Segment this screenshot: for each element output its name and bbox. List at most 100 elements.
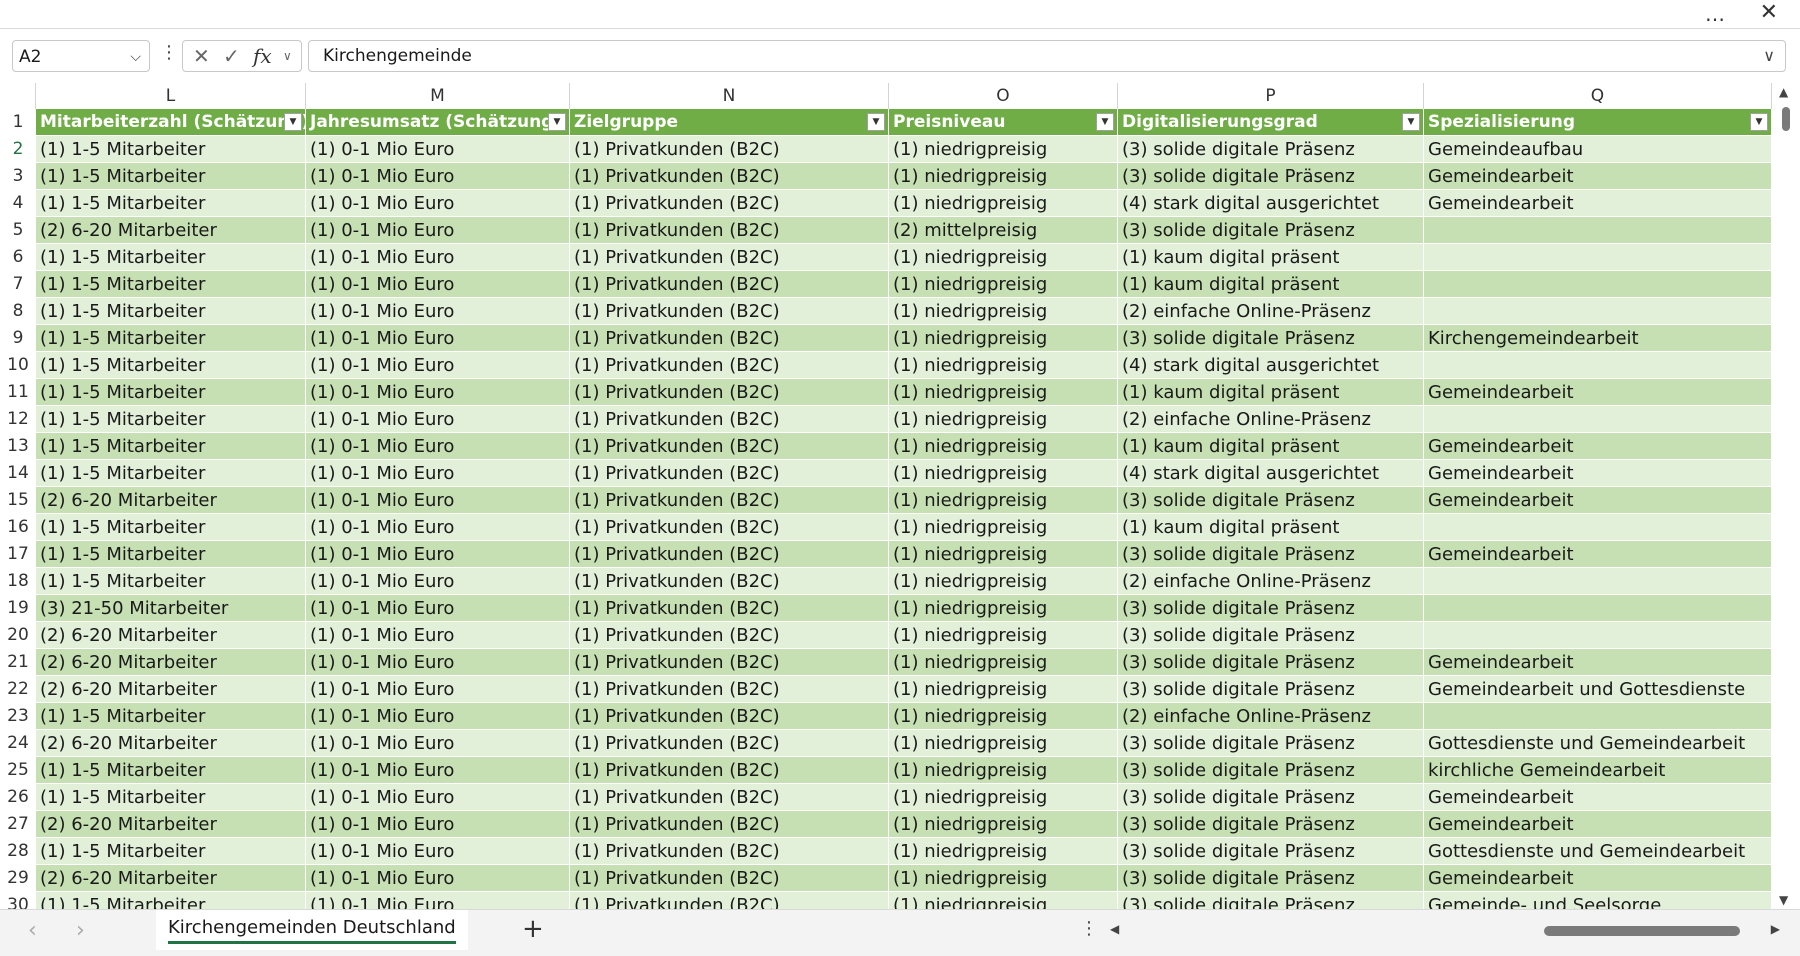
filter-dropdown-icon[interactable]: ▼ — [1096, 113, 1114, 131]
row-number[interactable]: 3 — [0, 163, 36, 190]
cell[interactable]: (1) niedrigpreisig — [889, 541, 1118, 568]
cell[interactable]: Gemeindearbeit — [1424, 433, 1772, 460]
cell[interactable]: (1) Privatkunden (B2C) — [570, 433, 889, 460]
cell[interactable]: (1) 0-1 Mio Euro — [306, 514, 570, 541]
cell[interactable]: (1) 0-1 Mio Euro — [306, 622, 570, 649]
column-header-o[interactable]: O — [889, 83, 1118, 109]
sheet-tab-kirchengemeinden[interactable]: Kirchengemeinden Deutschland — [156, 910, 468, 950]
cell[interactable]: (4) stark digital ausgerichtet — [1118, 190, 1424, 217]
row-number[interactable]: 14 — [0, 460, 36, 487]
header-cell[interactable]: Mitarbeiterzahl (Schätzung) ▼ — [36, 109, 306, 136]
cell[interactable]: (1) niedrigpreisig — [889, 892, 1118, 909]
cell[interactable]: Gemeindearbeit — [1424, 190, 1772, 217]
cell[interactable]: Gemeindearbeit — [1424, 487, 1772, 514]
cell[interactable]: (2) einfache Online-Präsenz — [1118, 298, 1424, 325]
cell[interactable]: (1) niedrigpreisig — [889, 784, 1118, 811]
column-header-m[interactable]: M — [306, 83, 570, 109]
row-number[interactable]: 28 — [0, 838, 36, 865]
cell[interactable]: (1) Privatkunden (B2C) — [570, 244, 889, 271]
cell[interactable]: (2) 6-20 Mitarbeiter — [36, 622, 306, 649]
cell[interactable]: (1) kaum digital präsent — [1118, 379, 1424, 406]
cell[interactable]: (3) solide digitale Präsenz — [1118, 838, 1424, 865]
cell[interactable]: (1) 1-5 Mitarbeiter — [36, 271, 306, 298]
cell[interactable]: (1) 0-1 Mio Euro — [306, 811, 570, 838]
header-cell[interactable]: Spezialisierung ▼ — [1424, 109, 1772, 136]
cell[interactable]: (1) niedrigpreisig — [889, 703, 1118, 730]
cell[interactable]: (1) Privatkunden (B2C) — [570, 190, 889, 217]
cell[interactable]: (2) 6-20 Mitarbeiter — [36, 730, 306, 757]
cell[interactable]: (1) 0-1 Mio Euro — [306, 325, 570, 352]
cell[interactable]: (1) niedrigpreisig — [889, 865, 1118, 892]
cell[interactable]: (3) solide digitale Präsenz — [1118, 622, 1424, 649]
row-number[interactable]: 18 — [0, 568, 36, 595]
cell[interactable]: (1) Privatkunden (B2C) — [570, 487, 889, 514]
cell[interactable]: (1) 1-5 Mitarbeiter — [36, 190, 306, 217]
cell[interactable]: (1) 1-5 Mitarbeiter — [36, 541, 306, 568]
cell[interactable]: (1) 0-1 Mio Euro — [306, 460, 570, 487]
cell[interactable]: (1) 0-1 Mio Euro — [306, 136, 570, 163]
row-number[interactable]: 13 — [0, 433, 36, 460]
cell[interactable]: (1) Privatkunden (B2C) — [570, 892, 889, 909]
cell[interactable]: (1) Privatkunden (B2C) — [570, 649, 889, 676]
cell[interactable]: (2) einfache Online-Präsenz — [1118, 703, 1424, 730]
cell[interactable]: Kirchengemeindearbeit — [1424, 325, 1772, 352]
cell[interactable]: (1) niedrigpreisig — [889, 136, 1118, 163]
cell[interactable]: (1) 0-1 Mio Euro — [306, 541, 570, 568]
cell[interactable]: (1) 1-5 Mitarbeiter — [36, 784, 306, 811]
row-number[interactable]: 8 — [0, 298, 36, 325]
cell[interactable]: (1) niedrigpreisig — [889, 676, 1118, 703]
horizontal-scroll-thumb[interactable] — [1544, 926, 1740, 936]
cell[interactable]: (1) niedrigpreisig — [889, 838, 1118, 865]
header-cell[interactable]: Digitalisierungsgrad ▼ — [1118, 109, 1424, 136]
row-number[interactable]: 22 — [0, 676, 36, 703]
cell[interactable]: (3) solide digitale Präsenz — [1118, 541, 1424, 568]
cell[interactable]: (1) 0-1 Mio Euro — [306, 703, 570, 730]
cell[interactable]: (1) niedrigpreisig — [889, 568, 1118, 595]
cell[interactable]: (1) 1-5 Mitarbeiter — [36, 352, 306, 379]
cell[interactable]: (3) solide digitale Präsenz — [1118, 757, 1424, 784]
cell[interactable]: (1) Privatkunden (B2C) — [570, 352, 889, 379]
cell[interactable]: (1) 1-5 Mitarbeiter — [36, 406, 306, 433]
more-options-icon[interactable]: … — [1705, 2, 1726, 26]
cell[interactable]: (1) 0-1 Mio Euro — [306, 298, 570, 325]
cell[interactable]: (1) 0-1 Mio Euro — [306, 406, 570, 433]
cell[interactable] — [1424, 217, 1772, 244]
cell[interactable] — [1424, 568, 1772, 595]
cell[interactable]: (1) niedrigpreisig — [889, 325, 1118, 352]
row-number[interactable]: 27 — [0, 811, 36, 838]
cell[interactable]: (1) Privatkunden (B2C) — [570, 784, 889, 811]
cell[interactable]: (1) 0-1 Mio Euro — [306, 676, 570, 703]
cell[interactable]: (1) 0-1 Mio Euro — [306, 730, 570, 757]
cell[interactable]: (3) solide digitale Präsenz — [1118, 676, 1424, 703]
scroll-right-icon[interactable]: ▶ — [1771, 922, 1780, 936]
cell[interactable]: (3) solide digitale Präsenz — [1118, 892, 1424, 909]
row-number[interactable]: 6 — [0, 244, 36, 271]
cell[interactable]: (1) 1-5 Mitarbeiter — [36, 136, 306, 163]
cell[interactable]: (1) 0-1 Mio Euro — [306, 838, 570, 865]
cell[interactable]: (1) niedrigpreisig — [889, 244, 1118, 271]
cell[interactable]: (3) solide digitale Präsenz — [1118, 730, 1424, 757]
cell[interactable]: (1) 0-1 Mio Euro — [306, 190, 570, 217]
cell[interactable]: (1) 1-5 Mitarbeiter — [36, 298, 306, 325]
cell[interactable]: (1) 0-1 Mio Euro — [306, 163, 570, 190]
row-number[interactable]: 1 — [0, 109, 36, 136]
cell[interactable]: (1) Privatkunden (B2C) — [570, 676, 889, 703]
insert-function-icon[interactable]: fx — [253, 41, 272, 71]
cell[interactable]: (1) 0-1 Mio Euro — [306, 784, 570, 811]
filter-dropdown-icon[interactable]: ▼ — [1750, 113, 1768, 131]
cell[interactable]: (1) 0-1 Mio Euro — [306, 487, 570, 514]
cell[interactable]: (1) 1-5 Mitarbeiter — [36, 703, 306, 730]
row-number[interactable]: 9 — [0, 325, 36, 352]
row-number[interactable]: 25 — [0, 757, 36, 784]
row-number[interactable]: 10 — [0, 352, 36, 379]
row-number[interactable]: 2 — [0, 136, 38, 163]
cell[interactable]: (3) solide digitale Präsenz — [1118, 595, 1424, 622]
expand-formula-icon[interactable]: ∨ — [1763, 41, 1775, 71]
cell[interactable]: (1) Privatkunden (B2C) — [570, 595, 889, 622]
cell[interactable]: Gemeindearbeit — [1424, 379, 1772, 406]
cell[interactable]: (1) niedrigpreisig — [889, 514, 1118, 541]
cell[interactable]: (1) niedrigpreisig — [889, 649, 1118, 676]
column-header-q[interactable]: Q — [1424, 83, 1772, 109]
cell[interactable]: (1) 1-5 Mitarbeiter — [36, 244, 306, 271]
cell[interactable]: (1) 1-5 Mitarbeiter — [36, 433, 306, 460]
